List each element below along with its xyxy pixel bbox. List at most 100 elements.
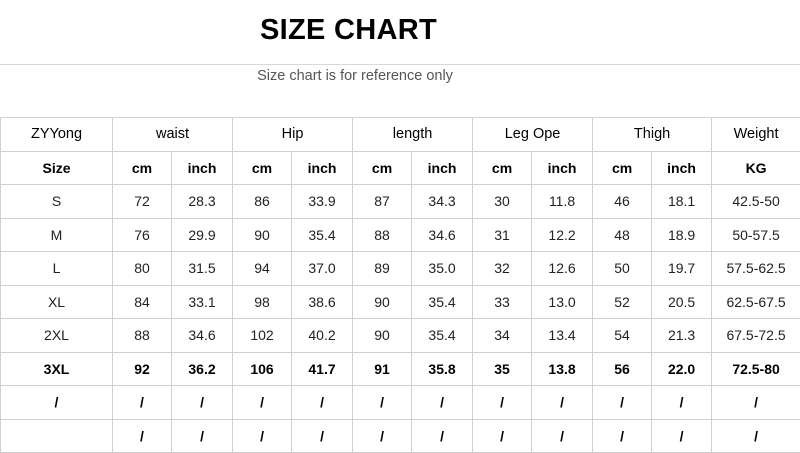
table-cell: 35.4 [291, 217, 354, 252]
table-cell: / [291, 385, 354, 420]
table-cell: / [711, 418, 800, 453]
table-cell: / [711, 385, 800, 420]
table-cell: 34.3 [411, 184, 474, 219]
table-cell: 35.4 [411, 284, 474, 319]
table-cell: 31.5 [170, 251, 234, 286]
size-table: ZYYong waist Hip length Leg Ope Thigh We… [0, 117, 800, 453]
size-cell [0, 418, 113, 453]
size-cell: XL [0, 284, 113, 319]
table-cell: 57.5-62.5 [711, 251, 800, 286]
table-cell: 90 [352, 284, 413, 319]
header-cell-weight: Weight [711, 117, 800, 152]
table-cell: / [232, 418, 293, 453]
table-cell: 86 [232, 184, 293, 219]
table-cell: 31 [472, 217, 533, 252]
table-cell: / [411, 418, 474, 453]
table-cell: 12.6 [531, 251, 594, 286]
table-row: / / / / / / / / / / / [0, 418, 800, 453]
table-cell: 13.8 [531, 351, 594, 386]
table-row: 2XL 88 34.6 102 40.2 90 35.4 34 13.4 54 … [0, 318, 800, 353]
table-cell: / [592, 418, 653, 453]
table-cell: / [291, 418, 354, 453]
header-cell-brand: ZYYong [0, 117, 113, 152]
table-cell: 13.4 [531, 318, 594, 353]
table-cell: 41.7 [291, 351, 354, 386]
table-cell: 33 [472, 284, 533, 319]
table-cell: / [531, 418, 594, 453]
table-cell: 91 [352, 351, 413, 386]
table-cell: / [170, 385, 234, 420]
table-cell: 34 [472, 318, 533, 353]
unit-cell: cm [472, 150, 533, 185]
table-cell: / [112, 418, 172, 453]
table-cell: 28.3 [170, 184, 234, 219]
table-cell: 18.9 [651, 217, 713, 252]
size-cell: L [0, 251, 113, 286]
table-cell: 33.9 [291, 184, 354, 219]
header-row: ZYYong waist Hip length Leg Ope Thigh We… [0, 117, 800, 152]
table-cell: 88 [112, 318, 172, 353]
divider [0, 64, 800, 65]
table-cell: 67.5-72.5 [711, 318, 800, 353]
table-cell: 37.0 [291, 251, 354, 286]
table-cell: 94 [232, 251, 293, 286]
table-cell: 20.5 [651, 284, 713, 319]
table-cell: / [592, 385, 653, 420]
table-cell: 54 [592, 318, 653, 353]
page-title: SIZE CHART [260, 14, 437, 46]
table-cell: 92 [112, 351, 172, 386]
unit-cell: inch [531, 150, 594, 185]
table-cell: / [112, 385, 172, 420]
table-cell: 34.6 [411, 217, 474, 252]
table-cell: 30 [472, 184, 533, 219]
table-cell: 56 [592, 351, 653, 386]
table-cell: / [170, 418, 234, 453]
table-cell: / [232, 385, 293, 420]
table-cell: 72 [112, 184, 172, 219]
table-cell: 76 [112, 217, 172, 252]
table-cell: 90 [352, 318, 413, 353]
table-cell: 52 [592, 284, 653, 319]
table-cell: 29.9 [170, 217, 234, 252]
size-cell: 3XL [0, 351, 113, 386]
table-cell: 42.5-50 [711, 184, 800, 219]
unit-cell: cm [592, 150, 653, 185]
subtitle: Size chart is for reference only [257, 68, 453, 84]
table-cell: 89 [352, 251, 413, 286]
table-row: S 72 28.3 86 33.9 87 34.3 30 11.8 46 18.… [0, 184, 800, 219]
table-cell: / [651, 385, 713, 420]
unit-row: Size cm inch cm inch cm inch cm inch cm … [0, 150, 800, 185]
table-cell: 34.6 [170, 318, 234, 353]
table-cell: / [352, 385, 413, 420]
header-cell-length: length [352, 117, 474, 152]
table-cell: 35.0 [411, 251, 474, 286]
unit-cell: cm [352, 150, 413, 185]
unit-cell: cm [232, 150, 293, 185]
table-row: M 76 29.9 90 35.4 88 34.6 31 12.2 48 18.… [0, 217, 800, 252]
table-cell: 98 [232, 284, 293, 319]
table-cell: 50 [592, 251, 653, 286]
header-cell-waist: waist [111, 117, 234, 152]
table-row: L 80 31.5 94 37.0 89 35.0 32 12.6 50 19.… [0, 251, 800, 286]
table-cell: 33.1 [170, 284, 234, 319]
table-row: / / / / / / / / / / / / [0, 385, 800, 420]
table-cell: 88 [352, 217, 413, 252]
header-cell-thigh: Thigh [592, 117, 713, 152]
table-row: XL 84 33.1 98 38.6 90 35.4 33 13.0 52 20… [0, 284, 800, 319]
table-row: 3XL 92 36.2 106 41.7 91 35.8 35 13.8 56 … [0, 351, 800, 386]
table-cell: / [352, 418, 413, 453]
unit-cell: inch [651, 150, 713, 185]
table-cell: 35 [472, 351, 533, 386]
table-cell: 84 [112, 284, 172, 319]
table-cell: / [472, 418, 533, 453]
table-cell: 11.8 [531, 184, 594, 219]
unit-cell: cm [112, 150, 172, 185]
table-cell: 80 [112, 251, 172, 286]
header-cell-hip: Hip [232, 117, 354, 152]
table-cell: 62.5-67.5 [711, 284, 800, 319]
table-cell: 50-57.5 [711, 217, 800, 252]
table-cell: 32 [472, 251, 533, 286]
table-cell: / [472, 385, 533, 420]
table-cell: / [411, 385, 474, 420]
table-cell: 38.6 [291, 284, 354, 319]
